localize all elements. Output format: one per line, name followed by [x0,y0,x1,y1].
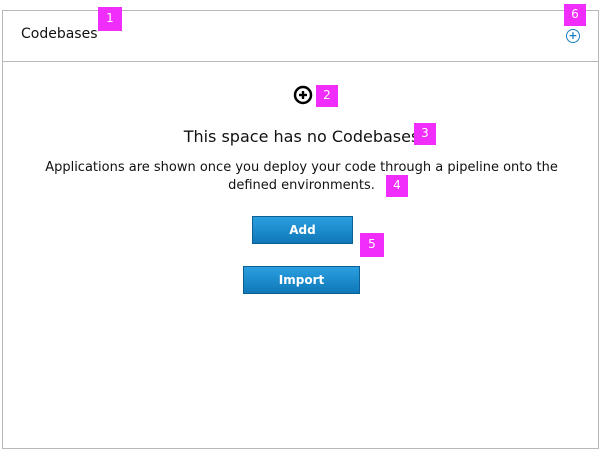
import-codebase-button[interactable]: Import Codebase [243,266,360,313]
add-codebase-button[interactable]: Add Codebase [252,216,353,263]
annotation-marker: 5 [360,233,384,257]
annotation-marker: 2 [316,85,338,107]
panel-title: Codebases [21,26,98,42]
panel-header: Codebases + [3,11,598,62]
annotation-marker: 4 [386,175,408,197]
annotation-marker: 1 [98,7,122,31]
codebases-panel: Codebases + This space has no Codebases … [2,10,599,449]
empty-state-title: This space has no Codebases [183,127,420,146]
plus-circle-icon[interactable]: + [566,29,580,43]
annotation-marker: 3 [414,123,436,145]
annotation-marker: 6 [564,4,586,26]
plus-circle-icon[interactable] [293,85,313,105]
empty-state-description: Applications are shown once you deploy y… [45,160,558,193]
